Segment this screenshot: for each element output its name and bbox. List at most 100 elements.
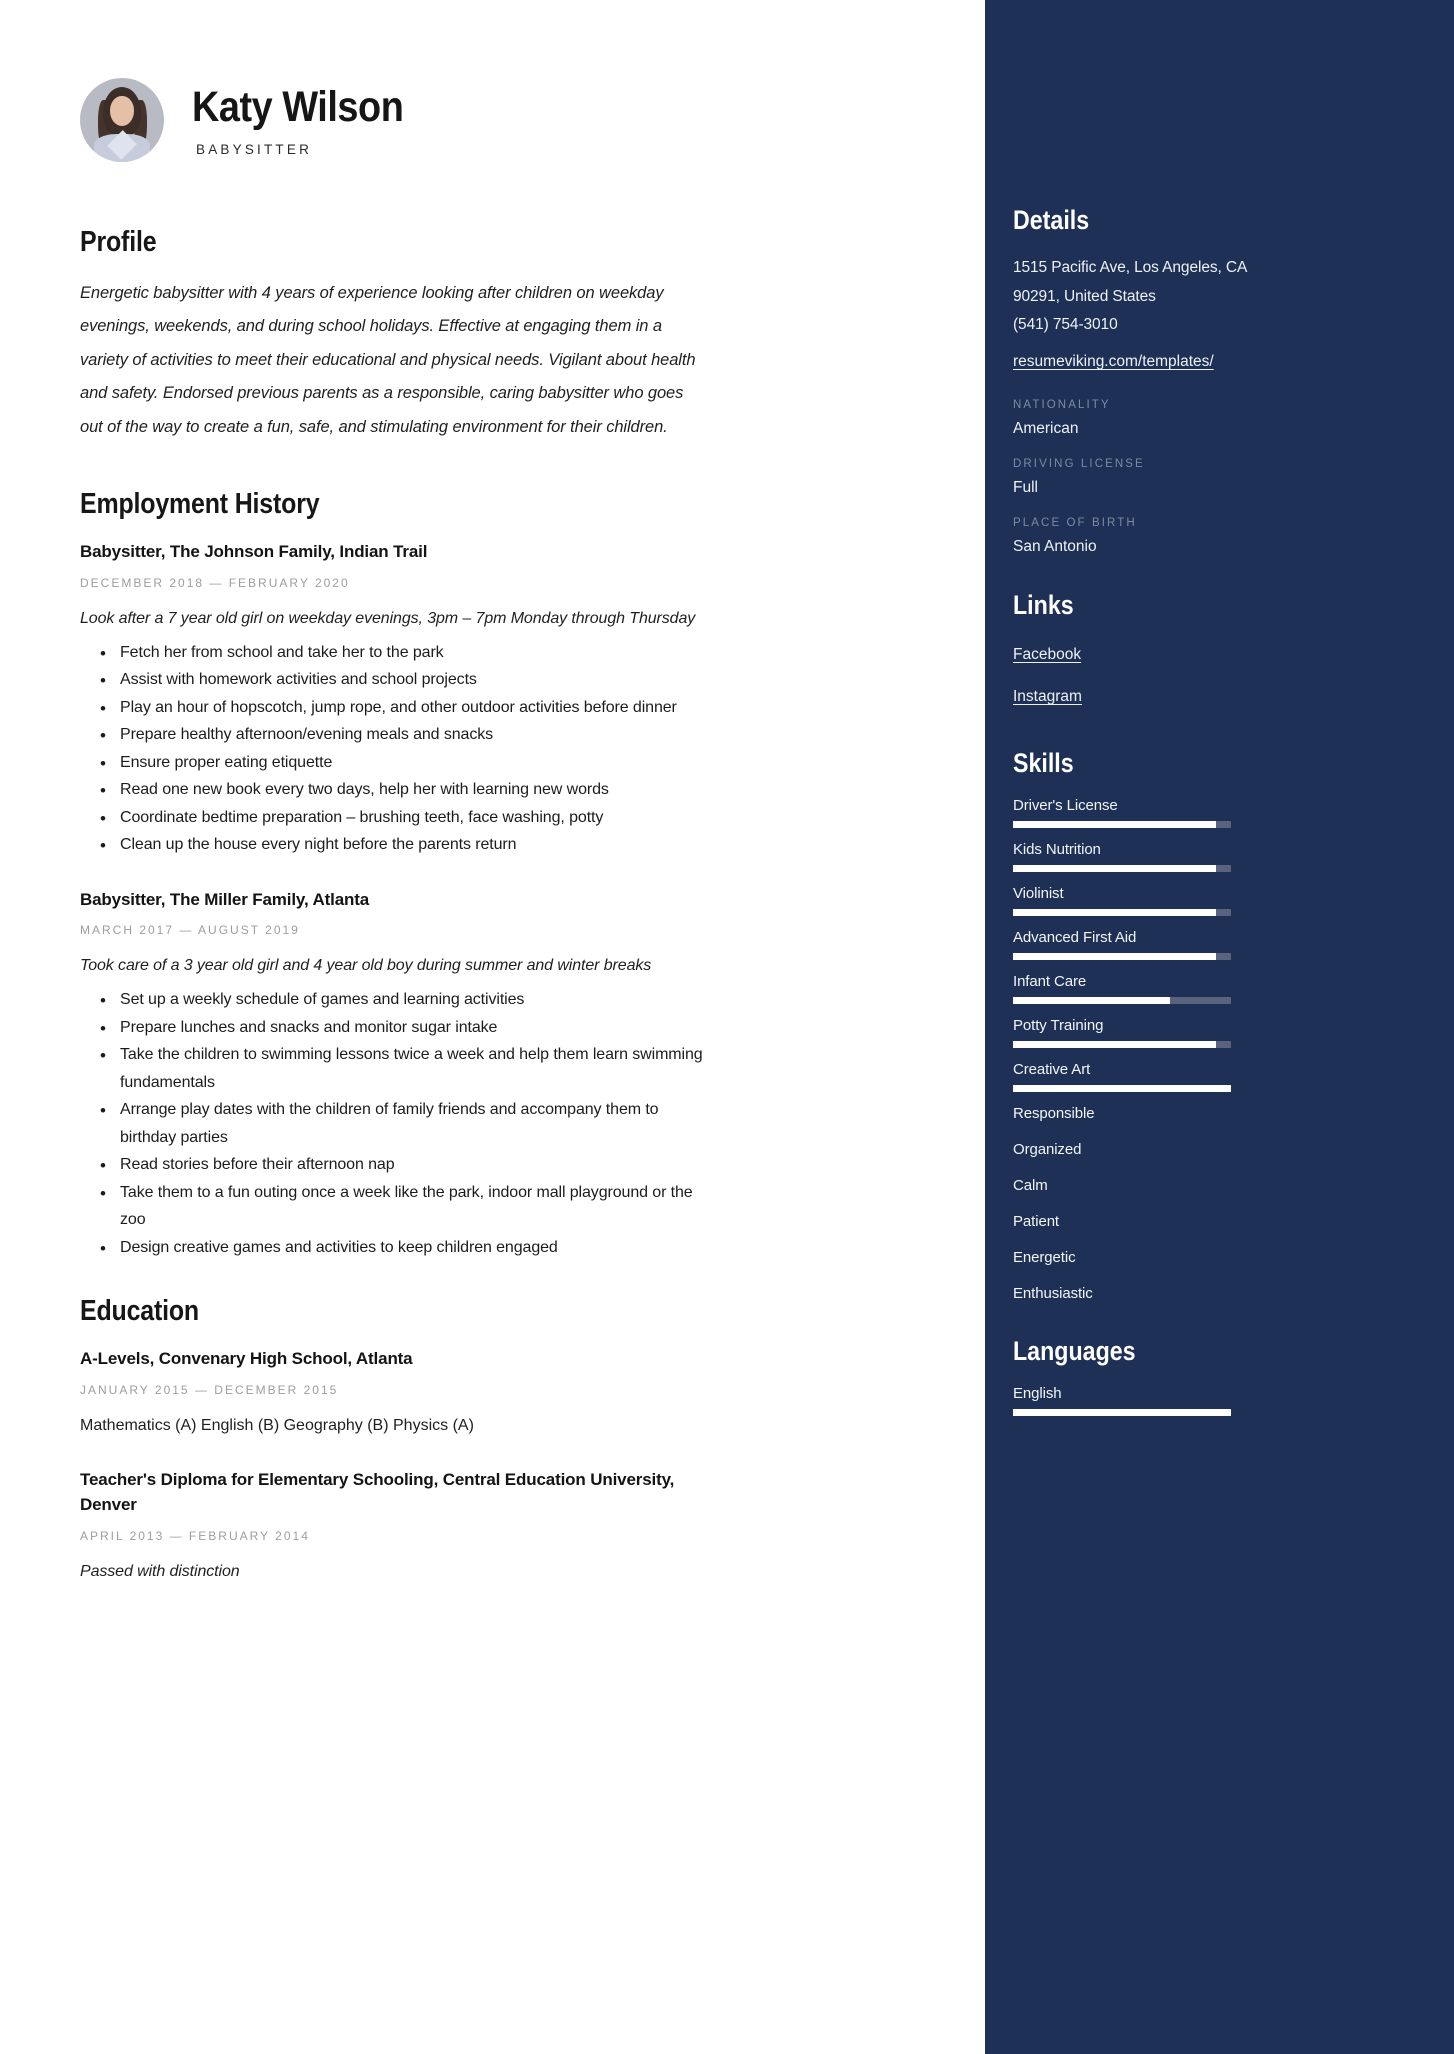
skills-heading: Skills <box>1013 747 1074 778</box>
detail-label: DRIVING LICENSE <box>1013 457 1145 470</box>
link-row: Instagram <box>1013 681 1392 714</box>
avatar <box>80 78 164 162</box>
detail-label: PLACE OF BIRTH <box>1013 516 1137 529</box>
skills-name: Creative Art <box>1013 1060 1091 1078</box>
links-heading: Links <box>1013 589 1074 620</box>
bullet-item: Coordinate bedtime preparation – brushin… <box>100 804 718 833</box>
bullet-item: Design creative games and activities to … <box>100 1234 718 1263</box>
bullet-item: Ensure proper eating etiquette <box>100 749 718 778</box>
skills-name: Potty Training <box>1013 1016 1104 1034</box>
education-entry-description: Passed with distinction <box>80 1562 240 1580</box>
skills-level-track <box>1013 864 1231 872</box>
skills-list: Driver's License Kids Nutrition Violinist A… <box>1013 797 1392 1302</box>
detail-fields: NATIONALITY American DRIVING LICENSE Full PL… <box>1013 399 1392 556</box>
profile-section: Profile Energetic babysitter with 4 year… <box>80 226 905 444</box>
education-entry-title: Teacher's Diploma for Elementary Schooli… <box>80 1469 675 1515</box>
skills-level-fill <box>1013 952 1216 960</box>
employment-entry-date: MARCH 2017 — AUGUST 2019 <box>80 923 300 938</box>
resume-header: Katy Wilson BABYSITTER <box>80 78 905 162</box>
skills-item: Driver's License <box>1013 797 1392 828</box>
bullet-item: Arrange play dates with the children of … <box>100 1096 718 1151</box>
main-column: Katy Wilson BABYSITTER Profile Energetic… <box>0 0 985 2054</box>
candidate-name: Katy Wilson <box>192 83 404 132</box>
skills-item: Violinist <box>1013 885 1392 916</box>
links-block: Links Facebook Instagram <box>1013 590 1392 714</box>
education-entry-description: Mathematics (A) English (B) Geography (B… <box>80 1416 474 1434</box>
skills-level-track <box>1013 1040 1231 1048</box>
skills-item: Enthusiastic <box>1013 1285 1392 1302</box>
skills-name: Enthusiastic <box>1013 1284 1093 1302</box>
bullet-item: Take the children to swimming lessons tw… <box>100 1041 718 1096</box>
skills-name: Patient <box>1013 1212 1059 1230</box>
skills-level-fill <box>1013 820 1216 828</box>
education-entry-title: A-Levels, Convenary High School, Atlanta <box>80 1349 413 1369</box>
employment-entry-bullets: Fetch her from school and take her to th… <box>80 639 905 860</box>
website-link[interactable]: resumeviking.com/templates/ <box>1013 346 1214 379</box>
education-entry-date: JANUARY 2015 — DECEMBER 2015 <box>80 1382 339 1397</box>
skills-name: Energetic <box>1013 1248 1076 1266</box>
link-instagram[interactable]: Instagram <box>1013 681 1082 714</box>
skills-level-track <box>1013 996 1231 1004</box>
skills-name: Advanced First Aid <box>1013 928 1137 946</box>
skills-level-track <box>1013 1084 1231 1092</box>
detail-value: San Antonio <box>1013 537 1097 555</box>
skills-item: Infant Care <box>1013 973 1392 1004</box>
candidate-job-title: BABYSITTER <box>196 141 313 157</box>
education-heading: Education <box>80 1295 200 1328</box>
education-entry-date: APRIL 2013 — FEBRUARY 2014 <box>80 1528 310 1543</box>
languages-level-fill <box>1013 1408 1231 1416</box>
languages-heading: Languages <box>1013 1335 1136 1366</box>
employment-entry-date: DECEMBER 2018 — FEBRUARY 2020 <box>80 575 350 590</box>
skills-level-fill <box>1013 908 1216 916</box>
skills-name: Violinist <box>1013 884 1064 902</box>
detail-value: Full <box>1013 478 1038 496</box>
skills-level-fill <box>1013 996 1170 1004</box>
bullet-item: Play an hour of hopscotch, jump rope, an… <box>100 694 718 723</box>
skills-name: Driver's License <box>1013 796 1118 814</box>
details-block: Details 1515 Pacific Ave, Los Angeles, C… <box>1013 205 1392 556</box>
skills-level-fill <box>1013 1084 1231 1092</box>
resume-page: Katy Wilson BABYSITTER Profile Energetic… <box>0 0 1454 2054</box>
address-line-1: 1515 Pacific Ave, Los Angeles, CA <box>1013 259 1248 276</box>
link-facebook[interactable]: Facebook <box>1013 639 1081 672</box>
employment-entry-bullets: Set up a weekly schedule of games and le… <box>80 986 905 1263</box>
bullet-item: Fetch her from school and take her to th… <box>100 639 718 668</box>
employment-entry-description: Took care of a 3 year old girl and 4 yea… <box>80 957 652 975</box>
skills-name: Responsible <box>1013 1104 1095 1122</box>
languages-item: English <box>1013 1385 1392 1416</box>
employment-entry-title: Babysitter, The Johnson Family, Indian T… <box>80 542 428 562</box>
skills-level-track <box>1013 820 1231 828</box>
education-entries: A-Levels, Convenary High School, Atlanta… <box>80 1346 905 1584</box>
skills-item: Energetic <box>1013 1249 1392 1266</box>
address-line-2: 90291, United States <box>1013 287 1156 305</box>
employment-entries: Babysitter, The Johnson Family, Indian T… <box>80 539 905 1263</box>
employment-entry-title: Babysitter, The Miller Family, Atlanta <box>80 889 370 909</box>
employment-section: Employment History Babysitter, The Johns… <box>80 488 905 1263</box>
skills-level-fill <box>1013 864 1216 872</box>
education-section: Education A-Levels, Convenary High Schoo… <box>80 1295 905 1584</box>
skills-item: Responsible <box>1013 1105 1392 1122</box>
skills-item: Potty Training <box>1013 1017 1392 1048</box>
name-block: Katy Wilson BABYSITTER <box>192 83 432 157</box>
bullet-item: Set up a weekly schedule of games and le… <box>100 986 718 1015</box>
skills-name: Infant Care <box>1013 972 1087 990</box>
skills-item: Patient <box>1013 1213 1392 1230</box>
profile-text: Energetic babysitter with 4 years of exp… <box>80 284 696 436</box>
skills-item: Organized <box>1013 1141 1392 1158</box>
detail-label: NATIONALITY <box>1013 398 1111 411</box>
skills-block: Skills Driver's License Kids Nutrition Vio… <box>1013 748 1392 1302</box>
languages-list: English <box>1013 1385 1392 1416</box>
bullet-item: Read one new book every two days, help h… <box>100 776 718 805</box>
bullet-item: Take them to a fun outing once a week li… <box>100 1179 718 1234</box>
skills-item: Advanced First Aid <box>1013 929 1392 960</box>
education-entry: Teacher's Diploma for Elementary Schooli… <box>80 1467 905 1585</box>
bullet-item: Assist with homework activities and scho… <box>100 666 718 695</box>
bullet-item: Read stories before their afternoon nap <box>100 1151 718 1180</box>
languages-block: Languages English <box>1013 1336 1392 1416</box>
skills-name: Calm <box>1013 1176 1048 1194</box>
languages-level-track <box>1013 1408 1231 1416</box>
skills-level-track <box>1013 908 1231 916</box>
employment-entry: Babysitter, The Johnson Family, Indian T… <box>80 539 905 860</box>
bullet-item: Clean up the house every night before th… <box>100 831 718 860</box>
skills-item: Calm <box>1013 1177 1392 1194</box>
